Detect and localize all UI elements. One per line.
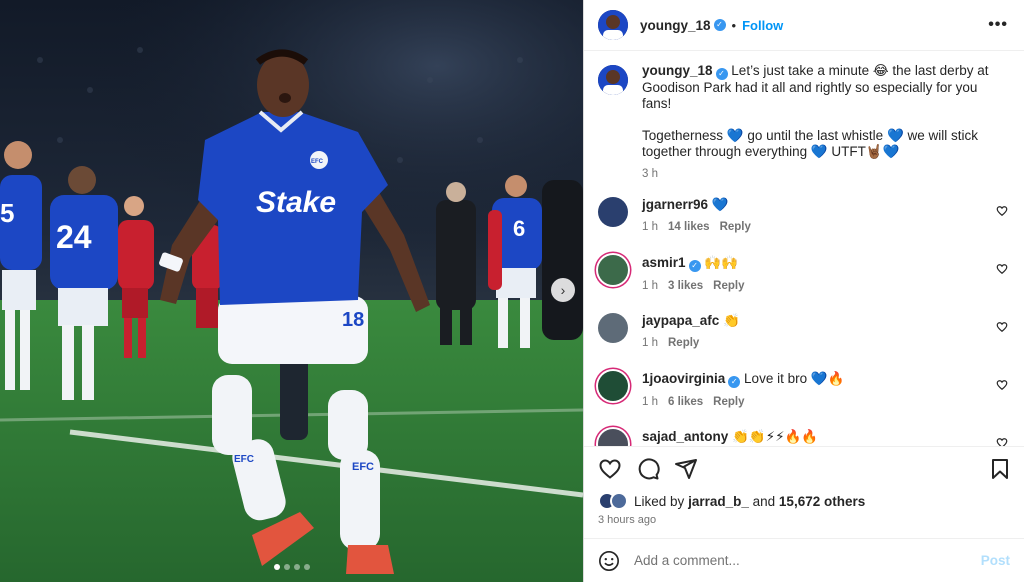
comment-time: 1 h — [642, 337, 658, 349]
follow-button[interactable]: Follow — [742, 18, 783, 33]
like-heart-icon[interactable] — [598, 457, 622, 481]
comment-time: 1 h — [642, 280, 658, 292]
carousel-dot — [293, 564, 300, 570]
more-options-icon[interactable]: ••• — [988, 16, 1008, 34]
comment-items: jgarnerr96 💙 1 h 14 likes Reply asmir1 ✓ 🙌🙌 1 … — [598, 197, 1008, 446]
svg-text:6: 6 — [513, 216, 525, 241]
author-avatar[interactable] — [598, 10, 628, 40]
comment-like-heart-icon[interactable] — [996, 205, 1008, 217]
jersey-sponsor: Stake — [256, 186, 336, 219]
likes-others-link[interactable]: 15,672 others — [779, 494, 865, 509]
comment-like-heart-icon[interactable] — [996, 437, 1008, 446]
commenter-avatar[interactable] — [598, 197, 628, 227]
likes-summary: Liked by jarrad_b_ and 15,672 others — [584, 490, 1024, 512]
post-header: youngy_18 ✓ • Follow ••• — [584, 0, 1024, 51]
comment-item: jgarnerr96 💙 1 h 14 likes Reply — [598, 197, 1008, 240]
carousel-dot — [273, 564, 280, 570]
likes-user-link[interactable]: jarrad_b_ — [688, 494, 749, 509]
svg-text:EFC: EFC — [352, 461, 374, 473]
comment-likes[interactable]: 14 likes — [668, 221, 710, 233]
comment-text: 🙌🙌 — [704, 255, 738, 270]
comment-bubble-icon[interactable] — [636, 457, 660, 481]
likes-prefix: Liked by — [634, 493, 685, 509]
posted-time: 3 hours ago — [598, 514, 657, 526]
verified-badge-icon: ✓ — [688, 260, 701, 272]
commenter-avatar[interactable] — [598, 313, 628, 343]
caption-username[interactable]: youngy_18 — [642, 63, 713, 78]
caption-avatar[interactable] — [598, 65, 628, 95]
post-photo[interactable]: 5 24 6 EFC EFC 18 Stake EFC › — [0, 0, 583, 582]
reply-button[interactable]: Reply — [720, 221, 751, 233]
save-bookmark-icon[interactable] — [988, 457, 1012, 481]
verified-badge-icon: ✓ — [715, 68, 728, 80]
caption-avatar-image — [598, 65, 628, 95]
comment-like-heart-icon[interactable] — [996, 263, 1008, 275]
emoji-smiley-icon[interactable] — [598, 550, 620, 572]
author-avatar-image — [598, 10, 628, 40]
author-username[interactable]: youngy_18 — [640, 18, 711, 33]
comment-text: 👏👏⚡⚡🔥🔥 — [732, 429, 819, 444]
caption-text-line2: Togetherness 💙 go until the last whistle… — [642, 128, 979, 159]
comment-like-heart-icon[interactable] — [996, 379, 1008, 391]
post-comment-button[interactable]: Post — [981, 553, 1010, 568]
football-scene-image: 5 24 6 EFC EFC 18 Stake EFC — [0, 0, 583, 582]
comment-time: 1 h — [642, 221, 658, 233]
comments-list[interactable]: youngy_18 ✓ Let’s just take a minute 😂 th… — [584, 51, 1024, 446]
carousel-dot — [303, 564, 310, 570]
comment-item: jaypapa_afc 👏 1 h Reply — [598, 313, 1008, 356]
carousel-dot — [283, 564, 290, 570]
likes-and: and — [752, 493, 776, 509]
caption-time: 3 h — [642, 168, 658, 180]
commenter-avatar[interactable] — [598, 255, 628, 285]
commenter-avatar[interactable] — [598, 371, 628, 401]
commenter-avatar[interactable] — [598, 429, 628, 446]
comment-item: sajad_antony 👏👏⚡⚡🔥🔥 — [598, 429, 1008, 446]
verified-badge-icon: ✓ — [728, 376, 741, 388]
liker-avatar — [610, 492, 628, 510]
dot-separator: • — [731, 17, 737, 33]
comment-like-heart-icon[interactable] — [996, 321, 1008, 333]
carousel-next-button[interactable]: › — [551, 278, 575, 302]
instagram-post-modal: 5 24 6 EFC EFC 18 Stake EFC › youngy_18 … — [0, 0, 1024, 582]
reply-button[interactable]: Reply — [713, 396, 744, 408]
reply-button[interactable]: Reply — [668, 337, 699, 349]
comment-text: 💙 — [711, 197, 729, 212]
jersey-crest: EFC — [311, 159, 324, 165]
commenter-username[interactable]: asmir1 — [642, 255, 686, 270]
carousel-indicator — [0, 564, 583, 570]
post-caption: youngy_18 ✓ Let’s just take a minute 😂 th… — [598, 63, 1008, 182]
comment-text: Love it bro 💙🔥 — [744, 371, 845, 386]
comment-item: 1joaovirginia ✓ Love it bro 💙🔥 1 h 6 likes R… — [598, 371, 1008, 414]
commenter-username[interactable]: sajad_antony — [642, 429, 728, 444]
comment-item: asmir1 ✓ 🙌🙌 1 h 3 likes Reply — [598, 255, 1008, 298]
svg-text:24: 24 — [56, 219, 92, 255]
comment-time: 1 h — [642, 396, 658, 408]
add-comment-bar: Post — [584, 538, 1024, 582]
comment-likes[interactable]: 3 likes — [668, 280, 703, 292]
add-comment-input[interactable] — [634, 553, 981, 568]
shorts-number: 18 — [342, 309, 364, 331]
comment-likes[interactable]: 6 likes — [668, 396, 703, 408]
post-sidebar: youngy_18 ✓ • Follow ••• youngy_18 ✓ Let’… — [583, 0, 1024, 582]
commenter-username[interactable]: jaypapa_afc — [642, 313, 719, 328]
verified-badge-icon: ✓ — [713, 19, 726, 31]
svg-text:5: 5 — [0, 198, 14, 228]
reply-button[interactable]: Reply — [713, 280, 744, 292]
commenter-username[interactable]: 1joaovirginia — [642, 371, 725, 386]
share-send-icon[interactable] — [674, 457, 698, 481]
post-actions-bar — [584, 446, 1024, 490]
commenter-username[interactable]: jgarnerr96 — [642, 197, 708, 212]
comment-text: 👏 — [723, 313, 740, 328]
svg-text:EFC: EFC — [234, 454, 254, 465]
